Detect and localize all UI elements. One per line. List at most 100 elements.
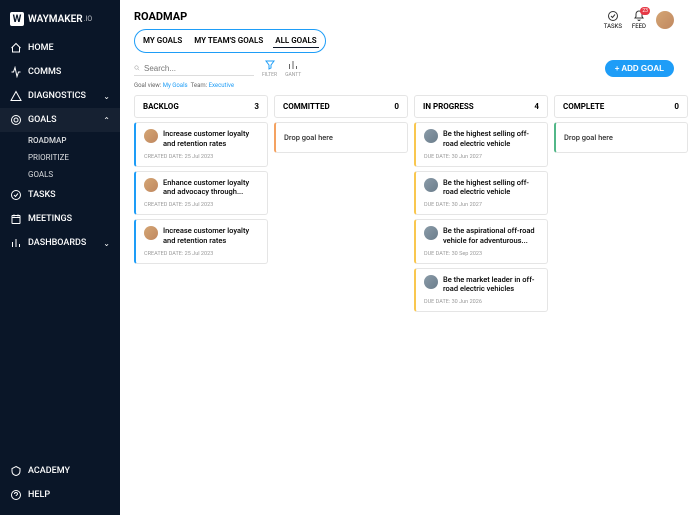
avatar bbox=[144, 129, 158, 143]
check-circle-icon bbox=[607, 10, 619, 22]
nav-diagnostics[interactable]: DIAGNOSTICS ⌄ bbox=[0, 84, 120, 108]
col-title: COMPLETE bbox=[563, 102, 604, 111]
avatar bbox=[424, 226, 438, 240]
activity-icon bbox=[10, 66, 22, 78]
goal-card[interactable]: Be the market leader in off-road electri… bbox=[414, 268, 548, 313]
card-title: Be the market leader in off-road electri… bbox=[443, 275, 539, 295]
drop-zone[interactable]: Drop goal here bbox=[274, 122, 408, 153]
home-icon bbox=[10, 42, 22, 54]
drop-zone[interactable]: Drop goal here bbox=[554, 122, 688, 153]
filter-icon bbox=[264, 59, 276, 71]
column-header: IN PROGRESS 4 bbox=[414, 95, 548, 118]
goal-card[interactable]: Be the highest selling off-road electric… bbox=[414, 122, 548, 167]
goal-card[interactable]: Enhance customer loyalty and advocacy th… bbox=[134, 171, 268, 216]
col-count: 3 bbox=[254, 102, 259, 111]
nav-meetings-label: MEETINGS bbox=[28, 214, 72, 224]
user-avatar[interactable] bbox=[656, 11, 674, 29]
card-title: Increase customer loyalty and retention … bbox=[163, 129, 259, 149]
nav-help-label: HELP bbox=[28, 490, 50, 500]
goalview-label: Goal view: bbox=[134, 82, 161, 89]
nav-home[interactable]: HOME bbox=[0, 36, 120, 60]
goalview-link[interactable]: My Goals bbox=[163, 82, 188, 89]
tab-team-goals[interactable]: MY TEAM'S GOALS bbox=[192, 34, 265, 48]
help-icon bbox=[10, 489, 22, 501]
nav-tasks[interactable]: TASKS bbox=[0, 183, 120, 207]
target-icon bbox=[10, 114, 22, 126]
card-title: Be the aspirational off-road vehicle for… bbox=[443, 226, 539, 246]
tabs: MY GOALS MY TEAM'S GOALS ALL GOALS bbox=[134, 29, 326, 53]
search-box[interactable] bbox=[134, 61, 254, 76]
card-meta: DUE DATE: 30 Jun 2026 bbox=[424, 299, 539, 305]
brand-name: WAYMAKER bbox=[28, 14, 83, 25]
header-tasks-label: TASKS bbox=[604, 23, 622, 30]
nav-diagnostics-label: DIAGNOSTICS bbox=[28, 91, 86, 101]
meta-row: Goal view: My Goals Team: Executive bbox=[120, 82, 688, 95]
subnav-roadmap[interactable]: ROADMAP bbox=[0, 132, 120, 149]
goal-card[interactable]: Be the highest selling off-road electric… bbox=[414, 171, 548, 216]
add-goal-button[interactable]: + ADD GOAL bbox=[605, 60, 674, 77]
logo: W WAYMAKER.IO bbox=[0, 8, 120, 36]
brand-suffix: .IO bbox=[84, 15, 93, 23]
subnav-goals[interactable]: GOALS bbox=[0, 166, 120, 183]
col-title: IN PROGRESS bbox=[423, 102, 474, 111]
nav-home-label: HOME bbox=[28, 43, 54, 53]
shield-icon bbox=[10, 465, 22, 477]
team-link[interactable]: Executive bbox=[209, 82, 234, 89]
header-tasks-button[interactable]: TASKS bbox=[604, 10, 622, 30]
chevron-down-icon: ⌄ bbox=[103, 239, 110, 248]
nav-dashboards-label: DASHBOARDS bbox=[28, 238, 86, 248]
col-count: 0 bbox=[394, 102, 399, 111]
goal-card[interactable]: Increase customer loyalty and retention … bbox=[134, 219, 268, 264]
feed-badge: 23 bbox=[640, 7, 650, 15]
nav-academy-label: ACADEMY bbox=[28, 466, 70, 476]
nav-meetings[interactable]: MEETINGS bbox=[0, 207, 120, 231]
check-circle-icon bbox=[10, 189, 22, 201]
goal-card[interactable]: Be the aspirational off-road vehicle for… bbox=[414, 219, 548, 264]
subnav-prioritize[interactable]: PRIORITIZE bbox=[0, 149, 120, 166]
nav-goals-label: GOALS bbox=[28, 115, 57, 125]
col-title: BACKLOG bbox=[143, 102, 179, 111]
card-meta: DUE DATE: 30 Jun 2027 bbox=[424, 154, 539, 160]
card-title: Increase customer loyalty and retention … bbox=[163, 226, 259, 246]
filter-button[interactable]: FILTER bbox=[262, 59, 277, 78]
header-feed-button[interactable]: 23 FEED bbox=[632, 10, 646, 30]
column-backlog: BACKLOG 3 Increase customer loyalty and … bbox=[134, 95, 268, 515]
column-in-progress: IN PROGRESS 4 Be the highest selling off… bbox=[414, 95, 548, 515]
avatar bbox=[424, 275, 438, 289]
tab-my-goals[interactable]: MY GOALS bbox=[141, 34, 184, 48]
page-title: ROADMAP bbox=[134, 10, 604, 23]
card-meta: CREATED DATE: 25 Jul 2023 bbox=[144, 202, 259, 208]
column-header: BACKLOG 3 bbox=[134, 95, 268, 118]
filter-label: FILTER bbox=[262, 72, 277, 78]
nav-comms-label: COMMS bbox=[28, 67, 61, 77]
col-count: 4 bbox=[534, 102, 539, 111]
nav-comms[interactable]: COMMS bbox=[0, 60, 120, 84]
nav-tasks-label: TASKS bbox=[28, 190, 56, 200]
nav-dashboards[interactable]: DASHBOARDS ⌄ bbox=[0, 231, 120, 255]
nav-help[interactable]: HELP bbox=[0, 483, 120, 507]
avatar bbox=[424, 129, 438, 143]
nav-academy[interactable]: ACADEMY bbox=[0, 459, 120, 483]
gantt-label: GANTT bbox=[285, 72, 301, 78]
goal-card[interactable]: Increase customer loyalty and retention … bbox=[134, 122, 268, 167]
search-icon bbox=[134, 63, 140, 73]
calendar-icon bbox=[10, 213, 22, 225]
card-meta: CREATED DATE: 25 Jul 2023 bbox=[144, 251, 259, 257]
card-title: Enhance customer loyalty and advocacy th… bbox=[163, 178, 259, 198]
header-feed-label: FEED bbox=[632, 23, 646, 30]
kanban-board: BACKLOG 3 Increase customer loyalty and … bbox=[120, 95, 688, 515]
column-committed: COMMITTED 0 Drop goal here bbox=[274, 95, 408, 515]
column-complete: COMPLETE 0 Drop goal here bbox=[554, 95, 688, 515]
chevron-down-icon: ⌄ bbox=[103, 92, 110, 101]
gantt-icon bbox=[287, 59, 299, 71]
tab-all-goals[interactable]: ALL GOALS bbox=[273, 34, 318, 48]
warning-icon bbox=[10, 90, 22, 102]
card-meta: DUE DATE: 30 Sep 2023 bbox=[424, 251, 539, 257]
gantt-button[interactable]: GANTT bbox=[285, 59, 301, 78]
col-count: 0 bbox=[674, 102, 679, 111]
nav-goals[interactable]: GOALS ⌃ bbox=[0, 108, 120, 132]
avatar bbox=[144, 226, 158, 240]
search-input[interactable] bbox=[144, 64, 254, 73]
col-title: COMMITTED bbox=[283, 102, 330, 111]
column-header: COMPLETE 0 bbox=[554, 95, 688, 118]
